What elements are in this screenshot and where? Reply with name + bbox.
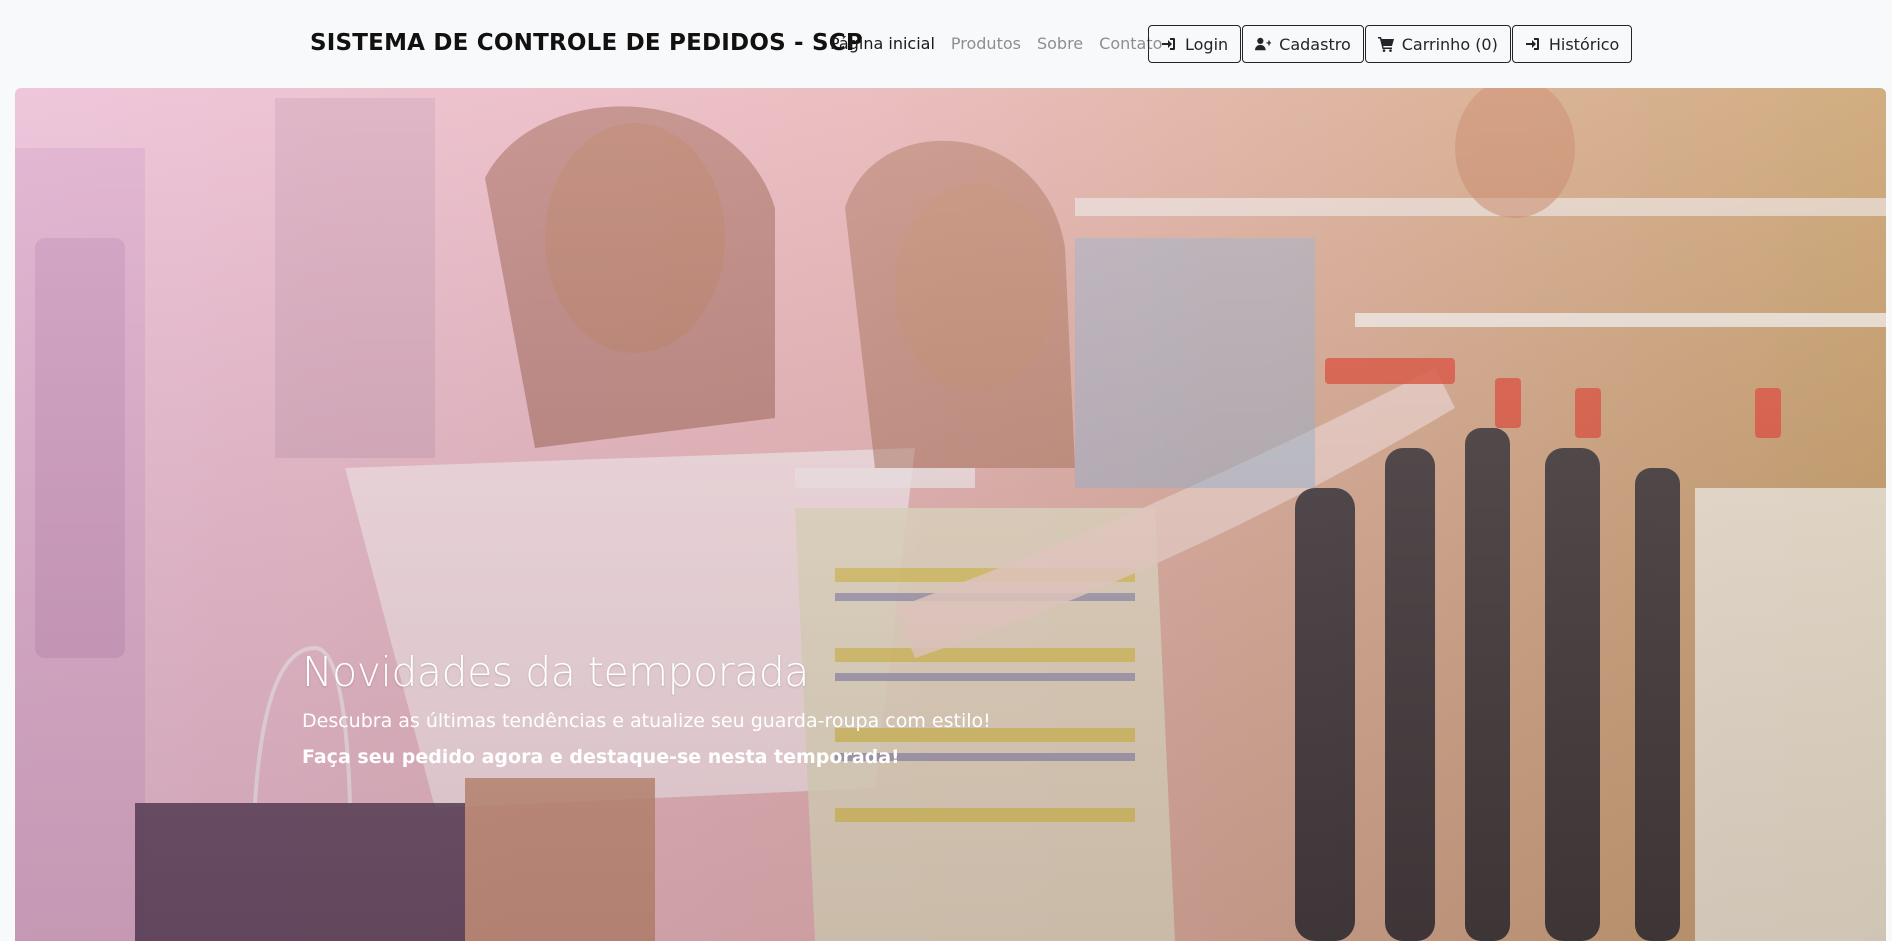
hero-cta-text: Faça seu pedido agora e destaque-se nest…	[302, 746, 900, 768]
nav-link-pagina-inicial[interactable]: Página inicial	[830, 34, 935, 53]
cadastro-label: Cadastro	[1279, 34, 1351, 54]
hero-caption: Novidades da temporada Descubra as últim…	[302, 648, 991, 768]
navbar: SISTEMA DE CONTROLE DE PEDIDOS - SCP Pág…	[0, 0, 1892, 88]
historico-label: Histórico	[1548, 34, 1620, 54]
cadastro-button[interactable]: Cadastro	[1242, 25, 1364, 63]
historico-button[interactable]: Histórico	[1511, 25, 1633, 63]
hero-title: Novidades da temporada	[302, 648, 809, 696]
login-label: Login	[1185, 34, 1229, 54]
sign-in-icon	[1525, 38, 1539, 50]
nav-link-sobre[interactable]: Sobre	[1037, 34, 1083, 53]
carrinho-label: Carrinho (0)	[1401, 34, 1498, 54]
brand-title[interactable]: SISTEMA DE CONTROLE DE PEDIDOS - SCP	[310, 30, 863, 56]
shopping-cart-icon	[1377, 37, 1394, 52]
sign-in-icon	[1162, 38, 1175, 50]
user-plus-icon	[1255, 37, 1272, 51]
carrinho-button[interactable]: Carrinho (0)	[1364, 25, 1511, 63]
login-button[interactable]: Login	[1148, 25, 1242, 63]
hero-subtitle: Descubra as últimas tendências e atualiz…	[302, 710, 991, 732]
nav-link-produtos[interactable]: Produtos	[951, 34, 1021, 53]
hero-carousel-slide: Novidades da temporada Descubra as últim…	[15, 88, 1886, 941]
hero-image	[15, 88, 1886, 941]
nav-buttons: Login Cadastro Carrinho (0) Histórico	[1148, 25, 1633, 63]
nav-links: Página inicial Produtos Sobre Contato	[830, 34, 1162, 53]
